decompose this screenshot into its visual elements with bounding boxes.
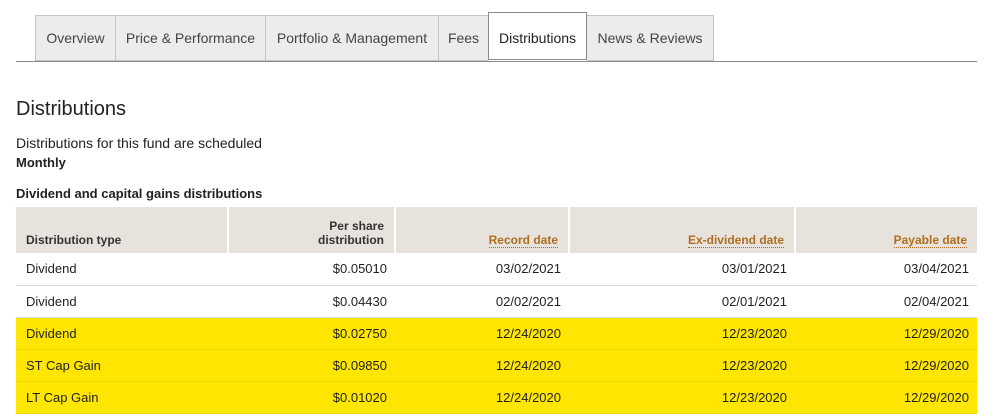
cell-ex-dividend-date: 12/23/2020: [569, 317, 795, 350]
tab-portfolio-management[interactable]: Portfolio & Management: [265, 15, 438, 61]
cell-record-date: 12/24/2020: [395, 317, 569, 350]
tab-list: Overview Price & Performance Portfolio &…: [35, 12, 714, 62]
section-title: Distributions: [16, 98, 127, 120]
cell-payable-date: 02/04/2021: [795, 285, 977, 318]
cell-amount: $0.02750: [228, 317, 395, 350]
cell-payable-date: 12/29/2020: [795, 381, 977, 414]
table-row: Dividend $0.04430 02/02/2021 02/01/2021 …: [16, 285, 977, 318]
schedule-text: Distributions for this fund are schedule…: [16, 135, 262, 151]
cell-ex-dividend-date: 12/23/2020: [569, 349, 795, 382]
cell-type: Dividend: [16, 253, 228, 286]
header-record-date: Record date: [394, 207, 569, 253]
schedule-frequency: Monthly: [16, 155, 66, 170]
header-per-share-line1: Per share: [329, 219, 384, 233]
tab-overview[interactable]: Overview: [35, 15, 115, 61]
cell-payable-date: 03/04/2021: [795, 253, 977, 286]
cell-amount: $0.09850: [228, 349, 395, 382]
table-row: Dividend $0.05010 03/02/2021 03/01/2021 …: [16, 253, 977, 286]
cell-ex-dividend-date: 02/01/2021: [569, 285, 795, 318]
sort-ex-dividend-date-link[interactable]: Ex-dividend date: [687, 233, 784, 248]
header-ex-dividend-date: Ex-dividend date: [568, 207, 795, 253]
cell-ex-dividend-date: 03/01/2021: [569, 253, 795, 286]
cell-payable-date: 12/29/2020: [795, 349, 977, 382]
cell-payable-date: 12/29/2020: [795, 317, 977, 350]
sort-record-date-link[interactable]: Record date: [488, 233, 558, 248]
cell-record-date: 03/02/2021: [395, 253, 569, 286]
cell-record-date: 12/24/2020: [395, 381, 569, 414]
table-header-row: Distribution type Per share distribution…: [16, 207, 977, 253]
distributions-table: Distribution type Per share distribution…: [16, 207, 977, 414]
cell-type: LT Cap Gain: [16, 381, 228, 414]
cell-type: Dividend: [16, 317, 228, 350]
tab-price-performance[interactable]: Price & Performance: [115, 15, 265, 61]
table-heading: Dividend and capital gains distributions: [16, 186, 263, 201]
tab-news-reviews[interactable]: News & Reviews: [587, 15, 714, 61]
table-row: LT Cap Gain $0.01020 12/24/2020 12/23/20…: [16, 381, 977, 414]
cell-type: ST Cap Gain: [16, 349, 228, 382]
cell-type: Dividend: [16, 285, 228, 318]
tab-distributions[interactable]: Distributions: [488, 12, 587, 60]
tab-bar: Overview Price & Performance Portfolio &…: [16, 0, 977, 62]
header-distribution-type: Distribution type: [16, 207, 228, 253]
cell-amount: $0.04430: [228, 285, 395, 318]
tab-fees[interactable]: Fees: [438, 15, 488, 61]
table-row: Dividend $0.02750 12/24/2020 12/23/2020 …: [16, 317, 977, 350]
sort-payable-date-link[interactable]: Payable date: [893, 233, 967, 248]
cell-ex-dividend-date: 12/23/2020: [569, 381, 795, 414]
header-per-share: Per share distribution: [227, 207, 395, 253]
cell-amount: $0.01020: [228, 381, 395, 414]
cell-record-date: 12/24/2020: [395, 349, 569, 382]
header-per-share-line2: distribution: [318, 233, 384, 247]
header-payable-date: Payable date: [794, 207, 977, 253]
cell-amount: $0.05010: [228, 253, 395, 286]
cell-record-date: 02/02/2021: [395, 285, 569, 318]
table-row: ST Cap Gain $0.09850 12/24/2020 12/23/20…: [16, 349, 977, 382]
